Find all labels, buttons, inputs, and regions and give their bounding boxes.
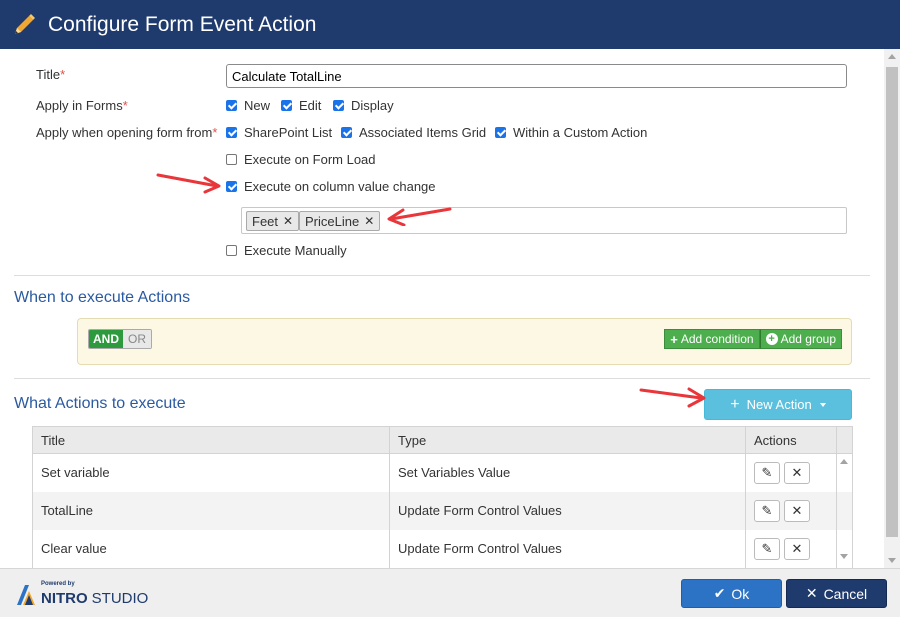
cell-actions: ✎ ✕ xyxy=(745,453,837,492)
plus-circle-icon: + xyxy=(765,333,778,345)
tag-priceline: PriceLine ✕ xyxy=(299,211,381,231)
scroll-up-icon[interactable] xyxy=(888,54,896,59)
condition-builder: AND OR + Add condition + Add group xyxy=(77,318,852,365)
checkbox-checked-icon[interactable] xyxy=(226,100,237,111)
scroll-down-icon[interactable] xyxy=(888,558,896,563)
dialog-title: Configure Form Event Action xyxy=(48,12,317,36)
column-header-type[interactable]: Type xyxy=(389,426,746,454)
annotation-arrow-icon xyxy=(639,387,706,408)
cancel-button[interactable]: ✕ Cancel xyxy=(786,579,887,608)
checkbox-execute-on-load[interactable]: Execute on Form Load xyxy=(226,152,376,167)
checkbox-unchecked-icon[interactable] xyxy=(226,245,237,256)
checkbox-execute-manually[interactable]: Execute Manually xyxy=(226,243,347,258)
annotation-arrow-icon xyxy=(156,173,221,194)
columns-tag-input[interactable]: Feet ✕ PriceLine ✕ xyxy=(241,207,847,234)
checkbox-checked-icon[interactable] xyxy=(281,100,292,111)
nitro-studio-logo: Powered by NITRO STUDIO xyxy=(15,580,148,607)
checkbox-execute-on-change[interactable]: Execute on column value change xyxy=(226,179,436,194)
cell-actions: ✎ ✕ xyxy=(745,491,837,530)
table-scrollbar[interactable] xyxy=(836,453,852,567)
dialog-titlebar: Configure Form Event Action xyxy=(0,0,900,49)
checkbox-checked-icon[interactable] xyxy=(495,127,506,138)
title-input[interactable] xyxy=(226,64,847,88)
when-section-title: When to execute Actions xyxy=(14,289,191,306)
pencil-icon xyxy=(15,13,35,34)
edit-icon[interactable]: ✎ xyxy=(754,499,780,522)
apply-forms-label: Apply in Forms* xyxy=(36,98,128,113)
scroll-up-icon[interactable] xyxy=(840,459,848,464)
or-button[interactable]: OR xyxy=(123,330,151,348)
dialog-scrollbar[interactable] xyxy=(884,49,900,568)
cell-type: Update Form Control Values xyxy=(389,491,746,530)
condition-buttons: + Add condition + Add group xyxy=(664,329,842,349)
add-condition-button[interactable]: + Add condition xyxy=(664,329,760,349)
cell-type: Update Form Control Values xyxy=(389,529,746,568)
actions-table: Title Type Actions Set variable Set Vari… xyxy=(32,426,853,568)
remove-tag-icon[interactable]: ✕ xyxy=(364,214,374,228)
divider xyxy=(14,378,870,379)
plus-icon: + xyxy=(670,331,678,347)
checkbox-sharepoint-list[interactable]: SharePoint List xyxy=(226,125,332,140)
scroll-thumb[interactable] xyxy=(886,67,898,537)
edit-icon[interactable]: ✎ xyxy=(754,537,780,560)
close-icon: ✕ xyxy=(805,585,818,601)
add-group-button[interactable]: + Add group xyxy=(759,329,842,349)
column-header-title[interactable]: Title xyxy=(32,426,390,454)
new-action-button[interactable]: + New Action xyxy=(704,389,852,420)
check-icon: ✔ xyxy=(713,585,726,601)
remove-tag-icon[interactable]: ✕ xyxy=(283,214,293,228)
edit-icon[interactable]: ✎ xyxy=(754,461,780,484)
what-section-title: What Actions to execute xyxy=(14,395,186,412)
checkbox-unchecked-icon[interactable] xyxy=(226,154,237,165)
table-row[interactable]: TotalLine Update Form Control Values ✎ ✕ xyxy=(32,491,853,530)
checkbox-edit[interactable]: Edit xyxy=(281,98,321,113)
apply-opening-label: Apply when opening form from* xyxy=(36,125,218,140)
checkbox-checked-icon[interactable] xyxy=(341,127,352,138)
table-row[interactable]: Clear value Update Form Control Values ✎… xyxy=(32,529,853,568)
cell-title: Set variable xyxy=(32,453,390,492)
cell-title: Clear value xyxy=(32,529,390,568)
cell-actions: ✎ ✕ xyxy=(745,529,837,568)
cell-type: Set Variables Value xyxy=(389,453,746,492)
checkbox-new[interactable]: New xyxy=(226,98,270,113)
and-or-toggle[interactable]: AND OR xyxy=(88,329,152,349)
dialog-footer: Powered by NITRO STUDIO ✔ Ok ✕ Cancel xyxy=(0,568,900,617)
column-header-actions: Actions xyxy=(745,426,837,454)
delete-icon[interactable]: ✕ xyxy=(784,499,810,522)
checkbox-checked-icon[interactable] xyxy=(333,100,344,111)
caret-down-icon xyxy=(819,402,826,407)
divider xyxy=(14,275,870,276)
plus-icon: + xyxy=(730,395,740,413)
nitro-logo-icon xyxy=(17,585,35,605)
ok-button[interactable]: ✔ Ok xyxy=(681,579,782,608)
header-spacer xyxy=(836,426,853,454)
and-button[interactable]: AND xyxy=(89,330,123,348)
checkbox-custom-action[interactable]: Within a Custom Action xyxy=(495,125,647,140)
cell-title: TotalLine xyxy=(32,491,390,530)
delete-icon[interactable]: ✕ xyxy=(784,537,810,560)
table-header-row: Title Type Actions xyxy=(32,426,853,454)
annotation-arrow-icon xyxy=(387,207,452,226)
table-row[interactable]: Set variable Set Variables Value ✎ ✕ xyxy=(32,453,853,492)
delete-icon[interactable]: ✕ xyxy=(784,461,810,484)
scroll-down-icon[interactable] xyxy=(840,554,848,559)
title-label: Title* xyxy=(36,67,66,82)
checkbox-checked-icon[interactable] xyxy=(226,181,237,192)
tag-feet: Feet ✕ xyxy=(246,211,300,231)
checkbox-associated-items-grid[interactable]: Associated Items Grid xyxy=(341,125,486,140)
checkbox-display[interactable]: Display xyxy=(333,98,394,113)
checkbox-checked-icon[interactable] xyxy=(226,127,237,138)
